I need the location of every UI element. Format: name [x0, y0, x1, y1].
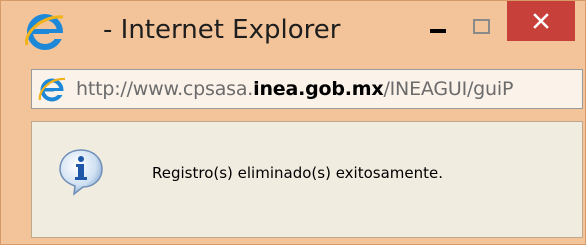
internet-explorer-icon	[38, 77, 66, 102]
url-prefix: http://www.cpsasa.	[76, 78, 254, 100]
url-path: /INEAGUI/guiP	[383, 78, 514, 100]
address-bar[interactable]: http://www.cpsasa.inea.gob.mx/INEAGUI/gu…	[31, 69, 583, 109]
maximize-button[interactable]	[461, 5, 503, 45]
title-bar[interactable]: - Internet Explorer	[1, 1, 585, 59]
minimize-button[interactable]	[419, 5, 461, 45]
close-icon	[533, 13, 549, 29]
internet-explorer-icon	[25, 14, 64, 50]
status-message: Registro(s) eliminado(s) exitosamente.	[152, 164, 443, 182]
maximize-icon	[473, 19, 490, 34]
popup-window: - Internet Explorer http://www.cpsasa.in…	[0, 0, 586, 245]
minimize-icon	[430, 29, 446, 33]
close-button[interactable]	[507, 1, 575, 41]
info-icon	[59, 149, 103, 196]
message-panel: Registro(s) eliminado(s) exitosamente.	[31, 121, 583, 238]
url-host: inea.gob.mx	[253, 78, 384, 100]
window-title: - Internet Explorer	[103, 15, 341, 45]
url-text[interactable]: http://www.cpsasa.inea.gob.mx/INEAGUI/gu…	[76, 78, 513, 100]
